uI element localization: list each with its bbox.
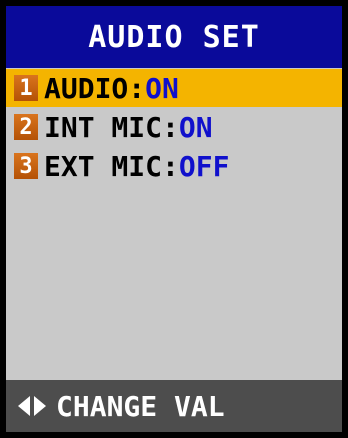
number-badge: 2 (14, 114, 38, 140)
arrow-left-icon (18, 396, 30, 416)
menu-item-separator: : (128, 71, 146, 105)
audio-settings-screen: AUDIO SET 1 AUDIO : ON 2 INT MIC : ON 3 … (6, 6, 342, 432)
number-badge: 1 (14, 75, 38, 101)
arrow-right-icon (34, 396, 46, 416)
menu-item-separator: : (162, 110, 179, 144)
page-title: AUDIO SET (88, 19, 260, 55)
menu-list: 1 AUDIO : ON 2 INT MIC : ON 3 EXT MIC : … (6, 69, 342, 186)
menu-item-ext-mic[interactable]: 3 EXT MIC : OFF (6, 147, 342, 185)
number-badge: 3 (14, 153, 38, 179)
menu-item-separator: : (162, 149, 179, 183)
footer-bar: CHANGE VAL (6, 380, 342, 432)
menu-item-value: ON (145, 71, 179, 105)
menu-item-value: OFF (178, 149, 230, 183)
menu-item-audio[interactable]: 1 AUDIO : ON (6, 69, 342, 107)
menu-item-label: INT MIC (44, 110, 163, 144)
menu-item-label: AUDIO (44, 71, 129, 105)
menu-item-int-mic[interactable]: 2 INT MIC : ON (6, 108, 342, 146)
menu-item-value: ON (178, 110, 213, 144)
footer-hint: CHANGE VAL (56, 389, 225, 423)
title-bar: AUDIO SET (6, 6, 342, 68)
menu-item-label: EXT MIC (44, 149, 163, 183)
